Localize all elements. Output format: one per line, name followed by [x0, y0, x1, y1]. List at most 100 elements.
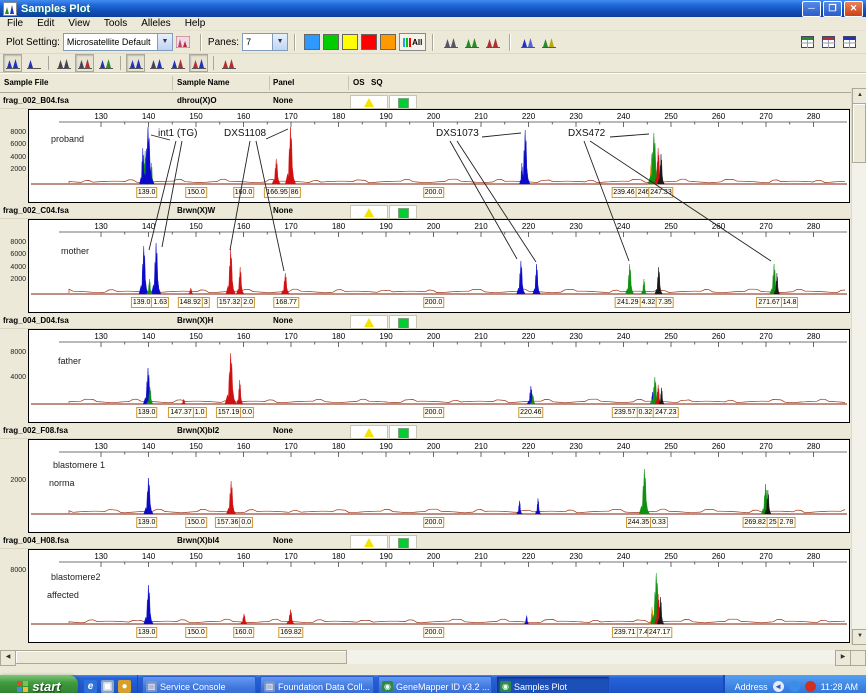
menu-edit[interactable]: Edit — [30, 18, 61, 29]
peak[interactable] — [143, 368, 153, 404]
peak-size-label[interactable]: 247.33 — [648, 187, 673, 198]
peak-size-label[interactable]: 150.0 — [185, 627, 207, 638]
scroll-up-icon[interactable]: ▲ — [852, 88, 866, 104]
table-view-button-1[interactable] — [819, 33, 838, 51]
stacked-traces-button[interactable] — [539, 33, 558, 51]
peak-size-label[interactable]: 200.0 — [423, 407, 445, 418]
table-view-button-2[interactable] — [840, 33, 859, 51]
paired-panes-button[interactable] — [75, 54, 94, 72]
peak[interactable] — [517, 501, 523, 514]
peak[interactable] — [226, 249, 236, 294]
address-go-icon[interactable]: ◄ — [773, 681, 784, 692]
electropherogram-pane[interactable]: 1301401501601701801902002102202302402502… — [28, 109, 850, 203]
peak-size-label[interactable]: 220.46 — [518, 407, 543, 418]
internet-explorer-icon[interactable]: e — [84, 680, 97, 693]
dye-color-button-0[interactable] — [304, 34, 320, 50]
bars-view-button[interactable] — [126, 54, 145, 72]
peak-size-label[interactable]: 150.0 — [185, 187, 207, 198]
electropherogram-pane[interactable]: 1301401501601701801902002102202302402502… — [28, 219, 850, 313]
peak-size-label[interactable]: 139.0 — [136, 407, 158, 418]
peak-size-label[interactable]: 147.371.0 — [168, 407, 206, 418]
peak-size-label[interactable]: 150.0 — [185, 517, 207, 528]
sample-info-row[interactable]: frag_002_B04.fsadhrou(X)ONone — [0, 95, 852, 109]
address-band-label[interactable]: Address — [735, 682, 768, 692]
peak[interactable] — [147, 279, 153, 294]
blue-bars-button[interactable] — [518, 33, 537, 51]
maximize-button[interactable]: ❐ — [823, 1, 842, 17]
scroll-left-icon[interactable]: ◀ — [0, 650, 16, 666]
menu-alleles[interactable]: Alleles — [134, 18, 177, 29]
peak-size-label[interactable]: 160.0 — [233, 627, 255, 638]
menu-help[interactable]: Help — [178, 18, 213, 29]
all-dyes-button[interactable]: All — [399, 33, 426, 51]
full-view-button[interactable] — [3, 54, 22, 72]
peak-size-label[interactable]: 200.0 — [423, 627, 445, 638]
app-launcher-icon[interactable]: ● — [118, 680, 131, 693]
horizontal-scrollbar[interactable]: ◀ ▶ — [0, 650, 866, 664]
peak-size-label[interactable]: 157.190.0 — [216, 407, 254, 418]
menu-tools[interactable]: Tools — [97, 18, 134, 29]
peak-size-label[interactable]: 168.77 — [274, 297, 299, 308]
menu-file[interactable]: File — [0, 18, 30, 29]
peak-size-label[interactable]: 166.9586 — [264, 187, 300, 198]
dye-color-button-2[interactable] — [342, 34, 358, 50]
peak[interactable] — [272, 159, 281, 184]
vertical-scrollbar[interactable]: ▲ ▼ — [851, 88, 866, 645]
peak[interactable] — [625, 264, 634, 294]
table-view-button-0[interactable] — [798, 33, 817, 51]
zoom-region-button[interactable] — [54, 54, 73, 72]
dye-color-button-3[interactable] — [361, 34, 377, 50]
task-foundation-data[interactable]: ▥ Foundation Data Coll... — [260, 676, 374, 693]
plot-settings-editor-button[interactable] — [174, 33, 193, 51]
column-sample-name[interactable]: Sample Name — [177, 78, 229, 87]
peak-scroll-button[interactable] — [168, 54, 187, 72]
dye-color-button-1[interactable] — [323, 34, 339, 50]
peak-size-label[interactable]: 247.17 — [647, 627, 672, 638]
vertical-scroll-thumb[interactable] — [852, 103, 866, 163]
task-service-console[interactable]: ▥ Service Console — [142, 676, 256, 693]
peak-size-label[interactable]: 148.923 — [177, 297, 209, 308]
peak[interactable] — [151, 243, 161, 294]
menu-view[interactable]: View — [61, 18, 97, 29]
peak-size-label[interactable]: 157.322.0 — [217, 297, 255, 308]
fit-vertical-button[interactable] — [24, 54, 43, 72]
raw-data-button[interactable] — [219, 54, 238, 72]
peak[interactable] — [225, 353, 236, 404]
peak[interactable] — [144, 478, 154, 514]
peak-size-label[interactable]: 244.350.33 — [626, 517, 668, 528]
task-samples-plot[interactable]: ◉ Samples Plot — [496, 676, 610, 693]
column-sample-file[interactable]: Sample File — [4, 78, 48, 87]
peak[interactable] — [655, 267, 663, 294]
peak-size-label[interactable]: 239.570.32247.23 — [612, 407, 678, 418]
peak[interactable] — [524, 616, 529, 624]
peak-size-label[interactable]: 160.0 — [233, 187, 255, 198]
peak-size-label[interactable]: 139.01.63 — [131, 297, 169, 308]
task-genemapper[interactable]: ◉ GeneMapper ID v3.2 ... — [378, 676, 492, 693]
scroll-down-icon[interactable]: ▼ — [852, 629, 866, 645]
chevron-down-icon[interactable]: ▼ — [272, 34, 287, 50]
peak-size-label[interactable]: 200.0 — [423, 297, 445, 308]
peak[interactable] — [139, 246, 149, 294]
peak-size-label[interactable]: 269.82252.78 — [742, 517, 795, 528]
peak[interactable] — [641, 279, 647, 294]
sample-info-row[interactable]: frag_004_H08.fsaBrwn(X)bl4None — [0, 535, 852, 549]
peak[interactable] — [144, 585, 154, 624]
network-tray-icon[interactable] — [789, 681, 800, 692]
minimize-button[interactable]: ─ — [802, 1, 821, 17]
column-sq[interactable]: SQ — [371, 78, 383, 87]
peak[interactable] — [533, 264, 541, 294]
peak-size-label[interactable]: 139.0 — [136, 187, 158, 198]
peak-size-label[interactable]: 271.6714.8 — [756, 297, 798, 308]
scroll-right-icon[interactable]: ▶ — [835, 650, 851, 666]
red-trace-button[interactable] — [483, 33, 502, 51]
peak[interactable] — [226, 481, 236, 514]
peak[interactable] — [285, 127, 295, 184]
peak-size-label[interactable]: 200.0 — [423, 517, 445, 528]
start-button[interactable]: start — [0, 675, 78, 693]
peak-size-label[interactable]: 139.0 — [136, 627, 158, 638]
overlay-panes-button[interactable] — [96, 54, 115, 72]
plot-setting-combobox[interactable]: Microsatellite Default ▼ — [63, 33, 173, 51]
security-tray-icon[interactable] — [805, 681, 816, 692]
peak-size-label[interactable]: 200.0 — [423, 187, 445, 198]
green-trace-button[interactable] — [462, 33, 481, 51]
